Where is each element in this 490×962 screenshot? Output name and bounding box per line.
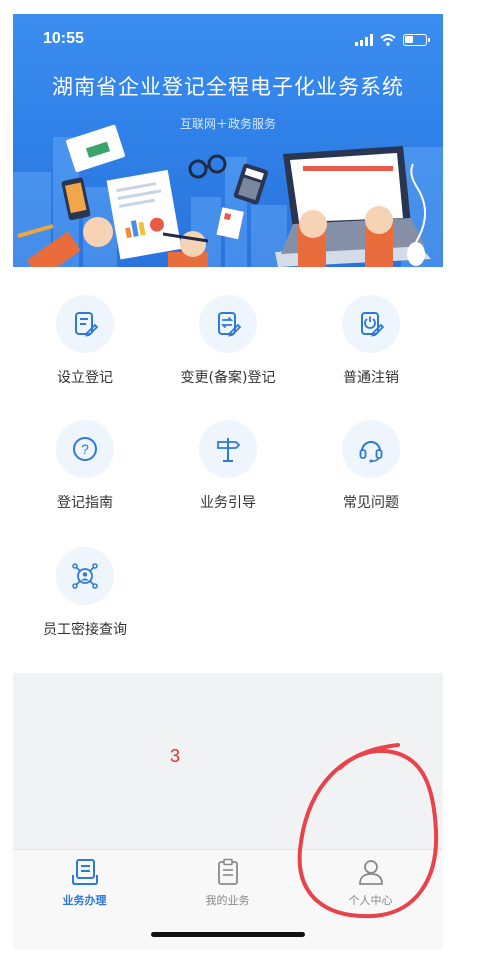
service-registration-guide[interactable]: ? 登记指南 bbox=[13, 420, 157, 512]
question-circle-icon: ? bbox=[73, 437, 97, 461]
person-icon bbox=[358, 860, 383, 885]
tab-business-handling[interactable]: 业务办理 bbox=[13, 858, 156, 908]
tab-my-business[interactable]: 我的业务 bbox=[156, 858, 299, 908]
empty-content-area bbox=[13, 673, 443, 849]
service-faq[interactable]: 常见问题 bbox=[299, 420, 443, 512]
service-business-guide[interactable]: 业务引导 bbox=[156, 420, 300, 512]
banner: 10:55 湖南省企业登记全程电子化业务系统 互联网＋政务服务 bbox=[13, 14, 443, 267]
business-handling-icon bbox=[71, 859, 98, 885]
service-deregistration[interactable]: 普通注销 bbox=[299, 295, 443, 387]
tab-label: 我的业务 bbox=[205, 894, 250, 907]
tab-personal-center[interactable]: 个人中心 bbox=[299, 858, 442, 908]
service-label: 业务引导 bbox=[200, 495, 256, 511]
service-label: 设立登记 bbox=[57, 370, 113, 386]
service-label: 常见问题 bbox=[343, 495, 399, 511]
clipboard-icon bbox=[217, 858, 238, 885]
edit-document-icon bbox=[75, 312, 99, 337]
home-indicator bbox=[151, 932, 305, 937]
power-document-icon bbox=[361, 312, 385, 337]
svg-text:?: ? bbox=[81, 441, 89, 457]
service-change-registration[interactable]: 变更(备案)登记 bbox=[156, 295, 300, 387]
annotation-number: 3 bbox=[170, 746, 181, 766]
service-label: 员工密接查询 bbox=[43, 622, 127, 638]
tab-label: 个人中心 bbox=[348, 894, 393, 907]
service-label: 变更(备案)登记 bbox=[180, 370, 276, 386]
service-setup-registration[interactable]: 设立登记 bbox=[13, 295, 157, 387]
tab-label: 业务办理 bbox=[62, 894, 107, 907]
service-label: 登记指南 bbox=[57, 495, 113, 511]
office-illustration bbox=[17, 124, 431, 267]
signpost-icon bbox=[217, 438, 241, 462]
service-close-contact-query[interactable]: 员工密接查询 bbox=[13, 547, 157, 639]
headset-icon bbox=[359, 441, 383, 463]
change-document-icon bbox=[218, 312, 242, 337]
phone-screen: 10:55 湖南省企业登记全程电子化业务系统 互联网＋政务服务 设立登记 变更(… bbox=[13, 14, 443, 949]
contact-trace-icon bbox=[72, 563, 98, 589]
service-label: 普通注销 bbox=[343, 370, 399, 386]
